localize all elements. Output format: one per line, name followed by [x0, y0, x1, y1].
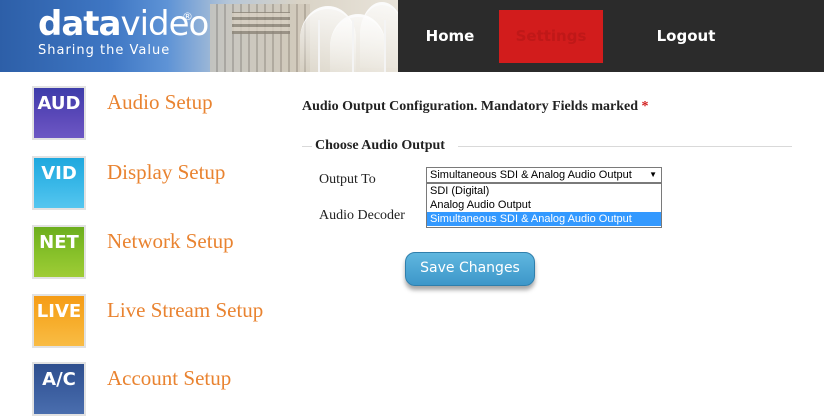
sidebar-item-label: Account Setup	[107, 366, 232, 390]
live-icon-text: LIVE	[36, 301, 82, 322]
sidebar-item-account-setup[interactable]: A/C Account Setup	[32, 362, 302, 416]
net-icon-text: NET	[39, 232, 79, 253]
nav-settings-label: Settings	[515, 27, 587, 45]
banner-canopy	[360, 2, 398, 68]
save-changes-button[interactable]: Save Changes	[405, 252, 535, 286]
sidebar-item-label: Audio Setup	[107, 90, 213, 114]
sidebar-item-label: Live Stream Setup	[107, 298, 264, 322]
live-icon: LIVE	[32, 294, 86, 348]
fieldset-legend: Choose Audio Output	[315, 138, 445, 153]
sidebar-item-display-setup[interactable]: VID Display Setup	[32, 156, 302, 216]
aud-icon-text: AUD	[37, 93, 81, 114]
fieldset-border	[458, 146, 792, 147]
audio-decoder-label: Audio Decoder	[319, 208, 405, 223]
page-title-text: Audio Output Configuration. Mandatory Fi…	[302, 99, 639, 114]
banner-pole	[318, 20, 320, 72]
logo-registered-mark: ®	[182, 10, 193, 23]
logo-light-text: video	[120, 4, 209, 44]
output-to-select[interactable]: Simultaneous SDI & Analog Audio Output ▼	[426, 167, 662, 183]
output-to-options-list[interactable]: SDI (Digital) Analog Audio Output Simult…	[426, 183, 662, 228]
output-to-label: Output To	[319, 172, 376, 187]
top-header: datavideo ® Sharing the Value Home Setti…	[0, 0, 824, 98]
fieldset-border	[302, 146, 312, 147]
logo-bold-text: data	[38, 4, 121, 44]
nav-settings[interactable]: Settings	[499, 10, 603, 63]
output-to-selected-value: Simultaneous SDI & Analog Audio Output	[430, 169, 632, 181]
aud-icon: AUD	[32, 86, 86, 140]
vid-icon-text: VID	[41, 163, 77, 184]
ac-icon-text: A/C	[42, 369, 76, 390]
sidebar-item-network-setup[interactable]: NET Network Setup	[32, 225, 302, 285]
nav-logout[interactable]: Logout (admin)	[626, 10, 746, 98]
vid-icon: VID	[32, 156, 86, 210]
logo-tagline: Sharing the Value	[38, 43, 171, 58]
page-title: Audio Output Configuration. Mandatory Fi…	[302, 99, 649, 115]
banner-pole	[384, 20, 386, 72]
option-simultaneous[interactable]: Simultaneous SDI & Analog Audio Output	[427, 212, 661, 226]
ac-icon: A/C	[32, 362, 86, 416]
nav-home[interactable]: Home	[420, 10, 480, 63]
option-sdi-digital[interactable]: SDI (Digital)	[427, 184, 661, 198]
sidebar-item-audio-setup[interactable]: AUD Audio Setup	[32, 86, 302, 146]
sidebar-item-label: Display Setup	[107, 160, 226, 184]
logo-banner[interactable]: datavideo ® Sharing the Value	[0, 0, 398, 72]
banner-pole	[352, 20, 354, 72]
banner-building-windows	[232, 12, 290, 34]
option-analog-audio[interactable]: Analog Audio Output	[427, 198, 661, 212]
dropdown-arrow-icon: ▼	[649, 170, 657, 179]
sidebar-item-live-stream-setup[interactable]: LIVE Live Stream Setup	[32, 294, 302, 354]
net-icon: NET	[32, 225, 86, 279]
sidebar-item-label: Network Setup	[107, 229, 234, 253]
required-marker: *	[641, 99, 649, 114]
